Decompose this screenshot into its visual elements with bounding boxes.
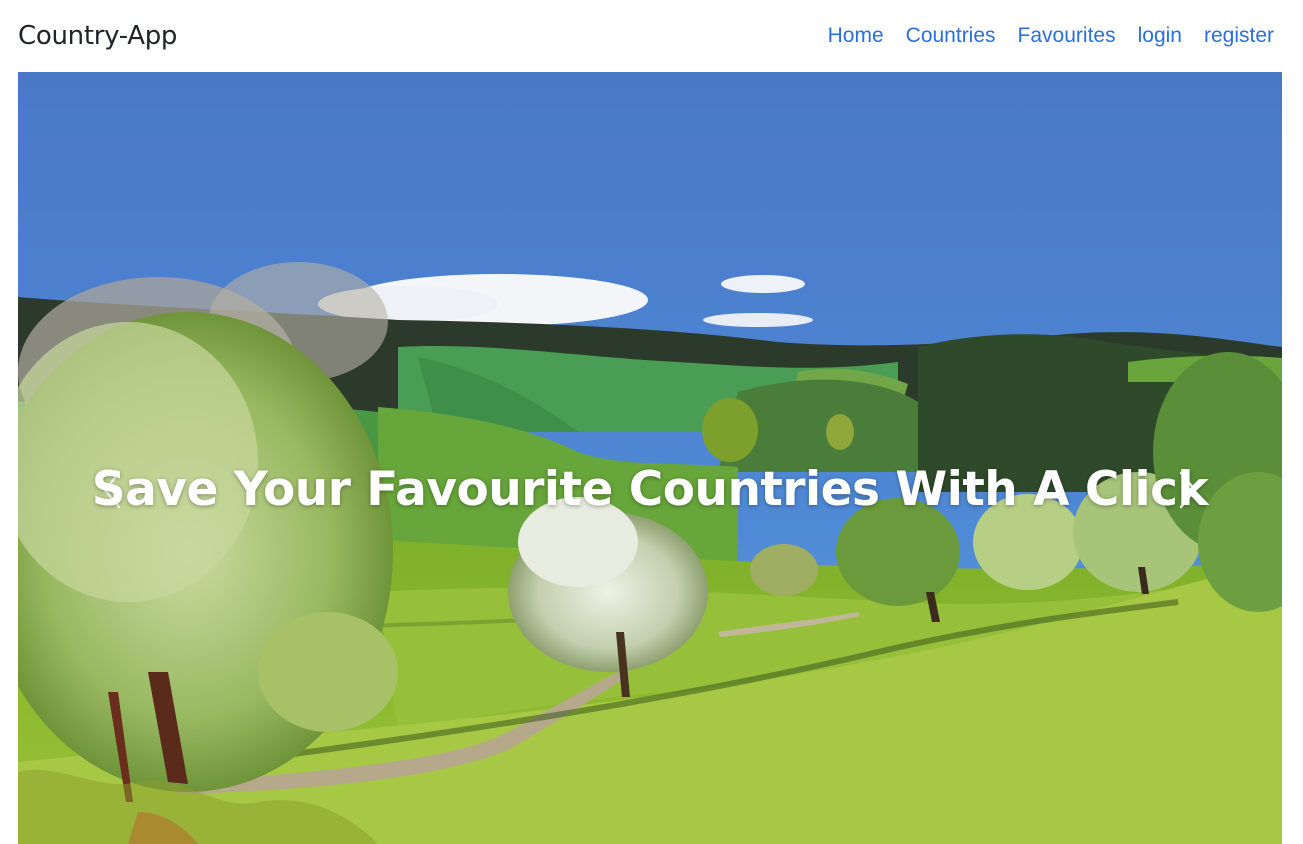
chevron-right-icon	[1179, 471, 1197, 509]
nav-link-home[interactable]: Home	[817, 24, 895, 48]
carousel-landscape-image	[18, 72, 1282, 844]
nav-link-favourites[interactable]: Favourites	[1007, 24, 1127, 48]
carousel-next-button[interactable]	[1158, 460, 1218, 520]
carousel-caption: Save Your Favourite Countries With A Cli…	[91, 462, 1209, 517]
nav-link-countries[interactable]: Countries	[895, 24, 1007, 48]
nav-link-register[interactable]: register	[1193, 24, 1282, 48]
navbar: Country-App Home Countries Favourites lo…	[0, 0, 1303, 72]
brand-link[interactable]: Country-App	[18, 21, 177, 51]
nav-links: Home Countries Favourites login register	[817, 24, 1282, 48]
hero-carousel: Save Your Favourite Countries With A Cli…	[18, 72, 1282, 844]
nav-link-login[interactable]: login	[1127, 24, 1193, 48]
